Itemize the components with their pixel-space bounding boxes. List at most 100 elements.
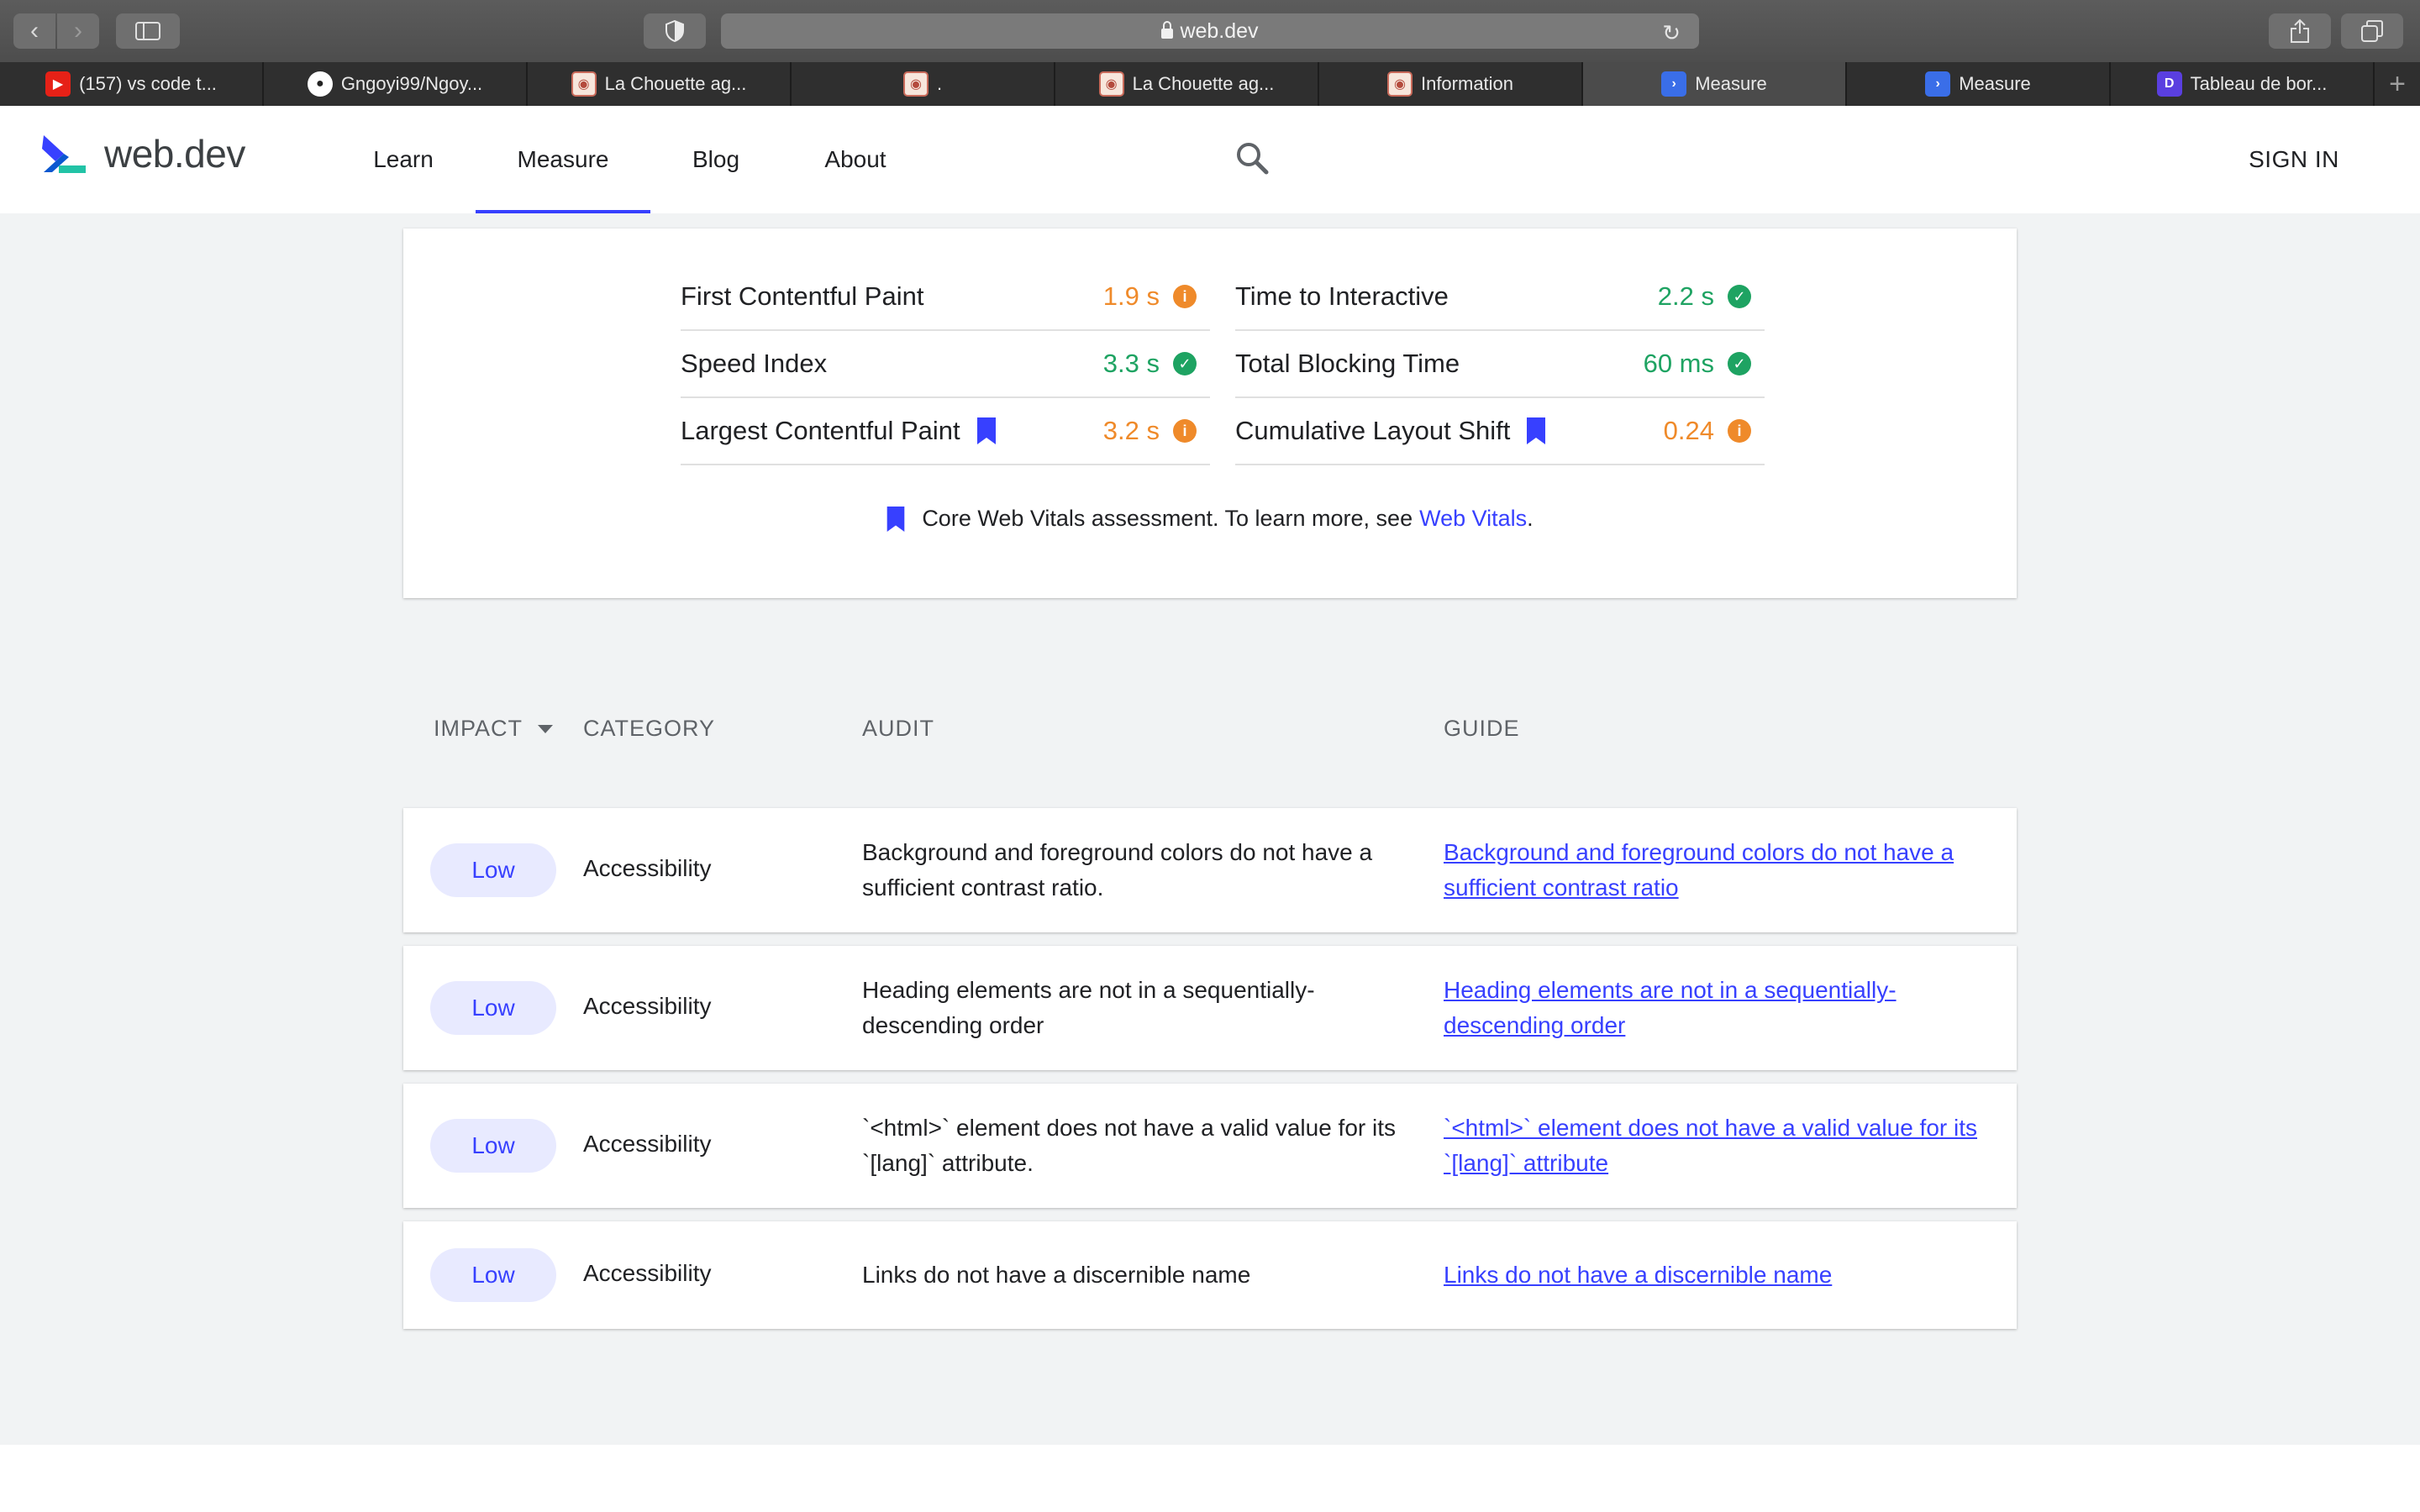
metric-value: 3.3 s <box>1102 349 1160 378</box>
metric-cumulative-layout-shift: Cumulative Layout Shift 0.24 i <box>1235 398 1765 465</box>
forward-button[interactable]: › <box>57 13 99 49</box>
cwv-note-end: . <box>1527 506 1534 531</box>
tab-title: Gngoyi99/Ngoy... <box>340 73 483 94</box>
caret-down-icon <box>538 724 553 733</box>
site-logo[interactable]: web.dev <box>40 131 245 176</box>
tab-overview-button[interactable] <box>2341 13 2403 49</box>
reload-icon[interactable]: ↻ <box>1662 20 1681 46</box>
nav-blog[interactable]: Blog <box>666 106 766 213</box>
owl-icon: ◉ <box>1098 71 1124 97</box>
impact-sort-header[interactable]: IMPACT <box>434 716 553 742</box>
metric-label: Speed Index <box>681 349 828 378</box>
check-circle-icon: ✓ <box>1728 285 1751 308</box>
bookmark-icon <box>1527 417 1546 444</box>
cwv-note-text: Core Web Vitals assessment. To learn mor… <box>922 506 1413 531</box>
table-row: Low Accessibility `<html>` element does … <box>403 1084 2017 1208</box>
sign-in-button[interactable]: SIGN IN <box>2218 106 2370 213</box>
browser-tab[interactable]: ● Gngoyi99/Ngoy... <box>264 62 528 106</box>
metric-label: Cumulative Layout Shift <box>1235 416 1511 445</box>
tab-bar: ▶ (157) vs code t... ● Gngoyi99/Ngoy... ◉ L… <box>0 62 2420 106</box>
back-button[interactable]: ‹ <box>13 13 55 49</box>
browser-tab[interactable]: ▶ (157) vs code t... <box>0 62 264 106</box>
bookmark-icon <box>976 417 996 444</box>
tab-title: Measure <box>1695 73 1767 94</box>
guide-link[interactable]: Links do not have a discernible name <box>1444 1257 1990 1293</box>
category-cell: Accessibility <box>583 855 712 881</box>
category-header: CATEGORY <box>583 716 716 741</box>
metric-value: 1.9 s <box>1102 281 1160 311</box>
impact-badge: Low <box>430 843 556 897</box>
metric-speed-index: Speed Index 3.3 s ✓ <box>681 331 1210 398</box>
metric-label: First Contentful Paint <box>681 281 924 311</box>
address-text: web.dev <box>1180 18 1259 43</box>
tab-title: Measure <box>1959 73 2031 94</box>
impact-badge: Low <box>430 981 556 1035</box>
shield-icon <box>666 20 684 42</box>
metrics-card: First Contentful Paint 1.9 s i Speed Ind… <box>403 228 2017 598</box>
browser-tab[interactable]: ◉. <box>792 62 1055 106</box>
browser-tab[interactable]: ◉ Information <box>1319 62 1583 106</box>
browser-tab[interactable]: D Tableau de bor... <box>2111 62 2375 106</box>
tab-title: La Chouette ag... <box>604 73 747 94</box>
address-bar[interactable]: web.dev ↻ <box>721 13 1699 49</box>
guide-link[interactable]: Heading elements are not in a sequential… <box>1444 973 1990 1043</box>
metric-total-blocking-time: Total Blocking Time 60 ms ✓ <box>1235 331 1765 398</box>
logo-text: web.dev <box>104 132 245 176</box>
check-circle-icon: ✓ <box>1173 352 1197 375</box>
metric-label: Total Blocking Time <box>1235 349 1460 378</box>
category-cell: Accessibility <box>583 993 712 1019</box>
browser-tab-active[interactable]: › Measure <box>1583 62 1847 106</box>
tab-title: Tableau de bor... <box>2190 73 2328 94</box>
nav-measure[interactable]: Measure <box>476 106 650 213</box>
nav-learn[interactable]: Learn <box>353 106 454 213</box>
privacy-report-button[interactable] <box>644 13 706 49</box>
guide-link[interactable]: Background and foreground colors do not … <box>1444 835 1990 906</box>
metric-value: 0.24 <box>1663 416 1714 445</box>
metric-label: Time to Interactive <box>1235 281 1449 311</box>
browser-toolbar: ‹ › web.dev ↻ <box>0 0 2420 62</box>
guide-link[interactable]: `<html>` element does not have a valid v… <box>1444 1110 1990 1181</box>
impact-badge: Low <box>430 1119 556 1173</box>
plus-icon: + <box>2389 67 2406 100</box>
github-icon: ● <box>307 71 333 97</box>
nav-about[interactable]: About <box>805 106 906 213</box>
info-icon: i <box>1173 285 1197 308</box>
metric-label: Largest Contentful Paint <box>681 416 960 445</box>
audit-cell: Heading elements are not in a sequential… <box>862 977 1315 1038</box>
bottom-strip <box>0 1445 2420 1512</box>
audit-cell: Background and foreground colors do not … <box>862 839 1373 900</box>
table-row: Low Accessibility Heading elements are n… <box>403 946 2017 1070</box>
webdev-icon: › <box>1925 71 1951 97</box>
table-row: Low Accessibility Links do not have a di… <box>403 1221 2017 1329</box>
webdev-icon: › <box>1661 71 1687 97</box>
browser-tab[interactable]: › Measure <box>1847 62 2111 106</box>
site-header: web.dev Learn Measure Blog About SIGN IN <box>0 106 2420 213</box>
share-button[interactable] <box>2269 13 2331 49</box>
tabs-icon <box>2361 20 2383 42</box>
youtube-icon: ▶ <box>45 71 71 97</box>
audit-cell: `<html>` element does not have a valid v… <box>862 1115 1397 1176</box>
owl-icon: ◉ <box>571 71 597 97</box>
browser-tab[interactable]: ◉ La Chouette ag... <box>1055 62 1319 106</box>
dashboard-icon: D <box>2156 71 2182 97</box>
new-tab-button[interactable]: + <box>2375 62 2420 106</box>
info-icon: i <box>1728 419 1751 443</box>
bookmark-icon <box>887 506 905 532</box>
sidebar-toggle-button[interactable] <box>116 13 180 49</box>
chevron-left-icon: ‹ <box>30 17 39 45</box>
metric-time-to-interactive: Time to Interactive 2.2 s ✓ <box>1235 264 1765 331</box>
category-cell: Accessibility <box>583 1131 712 1157</box>
metric-first-contentful-paint: First Contentful Paint 1.9 s i <box>681 264 1210 331</box>
metric-largest-contentful-paint: Largest Contentful Paint 3.2 s i <box>681 398 1210 465</box>
audit-cell: Links do not have a discernible name <box>862 1262 1251 1288</box>
web-vitals-link[interactable]: Web Vitals <box>1419 506 1527 532</box>
tab-title: . <box>936 73 943 94</box>
owl-icon: ◉ <box>1386 71 1413 97</box>
info-icon: i <box>1173 419 1197 443</box>
metric-value: 2.2 s <box>1657 281 1714 311</box>
browser-tab[interactable]: ◉ La Chouette ag... <box>528 62 792 106</box>
guide-header: GUIDE <box>1444 716 1520 741</box>
search-icon[interactable] <box>1234 139 1270 176</box>
chevron-right-icon: › <box>74 17 82 45</box>
tab-title: La Chouette ag... <box>1132 73 1275 94</box>
